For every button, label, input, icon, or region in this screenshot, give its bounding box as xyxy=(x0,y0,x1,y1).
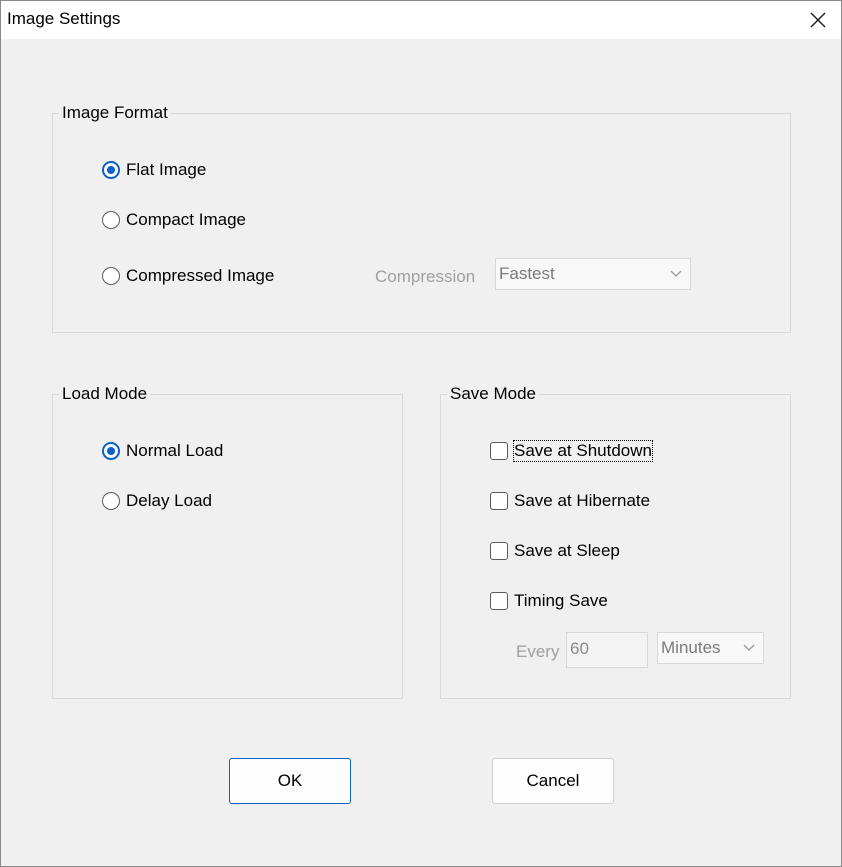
radio-button-compressed-image[interactable] xyxy=(102,267,120,285)
radio-delay-load[interactable]: Delay Load xyxy=(102,489,212,513)
compressed-image-label: Compressed Image xyxy=(126,266,275,285)
checkbox-save-at-hibernate[interactable]: Save at Hibernate xyxy=(490,489,650,513)
load-mode-label: Load Mode xyxy=(59,384,151,404)
save-mode-label: Save Mode xyxy=(447,384,539,404)
every-label: Every xyxy=(516,642,560,661)
ok-button[interactable]: OK xyxy=(229,758,351,804)
compression-select[interactable]: Fastest xyxy=(495,258,691,290)
radio-flat-image[interactable]: Flat Image xyxy=(102,158,206,182)
save-at-hibernate-label: Save at Hibernate xyxy=(514,491,651,510)
radio-normal-load[interactable]: Normal Load xyxy=(102,439,223,463)
compression-label: Compression xyxy=(375,267,476,286)
compression-value: Fastest xyxy=(499,264,555,283)
radio-compact-image[interactable]: Compact Image xyxy=(102,208,246,232)
compact-image-label: Compact Image xyxy=(126,210,246,229)
window-title: Image Settings xyxy=(7,9,121,28)
image-format-label: Image Format xyxy=(59,103,171,123)
close-button[interactable] xyxy=(801,4,835,36)
interval-unit-select[interactable]: Minutes xyxy=(657,632,764,664)
checkbox-box-save-at-sleep[interactable] xyxy=(490,542,508,560)
checkbox-save-at-shutdown[interactable]: Save at Shutdown xyxy=(490,439,653,463)
chevron-down-icon xyxy=(670,270,682,277)
normal-load-label: Normal Load xyxy=(126,441,224,460)
save-at-shutdown-label: Save at Shutdown xyxy=(513,440,653,462)
interval-input[interactable]: 60 xyxy=(566,632,648,668)
checkbox-save-at-sleep[interactable]: Save at Sleep xyxy=(490,539,620,563)
radio-button-normal-load[interactable] xyxy=(102,442,120,460)
save-at-sleep-label: Save at Sleep xyxy=(514,541,620,560)
radio-button-compact-image[interactable] xyxy=(102,211,120,229)
chevron-down-icon xyxy=(743,644,755,651)
timing-save-label: Timing Save xyxy=(514,591,608,610)
flat-image-label: Flat Image xyxy=(126,160,207,179)
image-settings-dialog: Image Settings Image Format Flat Image C… xyxy=(0,0,842,867)
delay-load-label: Delay Load xyxy=(126,491,213,510)
checkbox-box-save-at-shutdown[interactable] xyxy=(490,442,508,460)
interval-unit-value: Minutes xyxy=(661,638,721,657)
close-icon xyxy=(810,12,826,28)
interval-value: 60 xyxy=(570,639,589,658)
checkbox-box-save-at-hibernate[interactable] xyxy=(490,492,508,510)
cancel-button[interactable]: Cancel xyxy=(492,758,614,804)
checkbox-timing-save[interactable]: Timing Save xyxy=(490,589,608,613)
radio-compressed-image[interactable]: Compressed Image xyxy=(102,264,274,288)
radio-button-delay-load[interactable] xyxy=(102,492,120,510)
title-bar: Image Settings xyxy=(1,1,841,39)
radio-button-flat-image[interactable] xyxy=(102,161,120,179)
checkbox-box-timing-save[interactable] xyxy=(490,592,508,610)
